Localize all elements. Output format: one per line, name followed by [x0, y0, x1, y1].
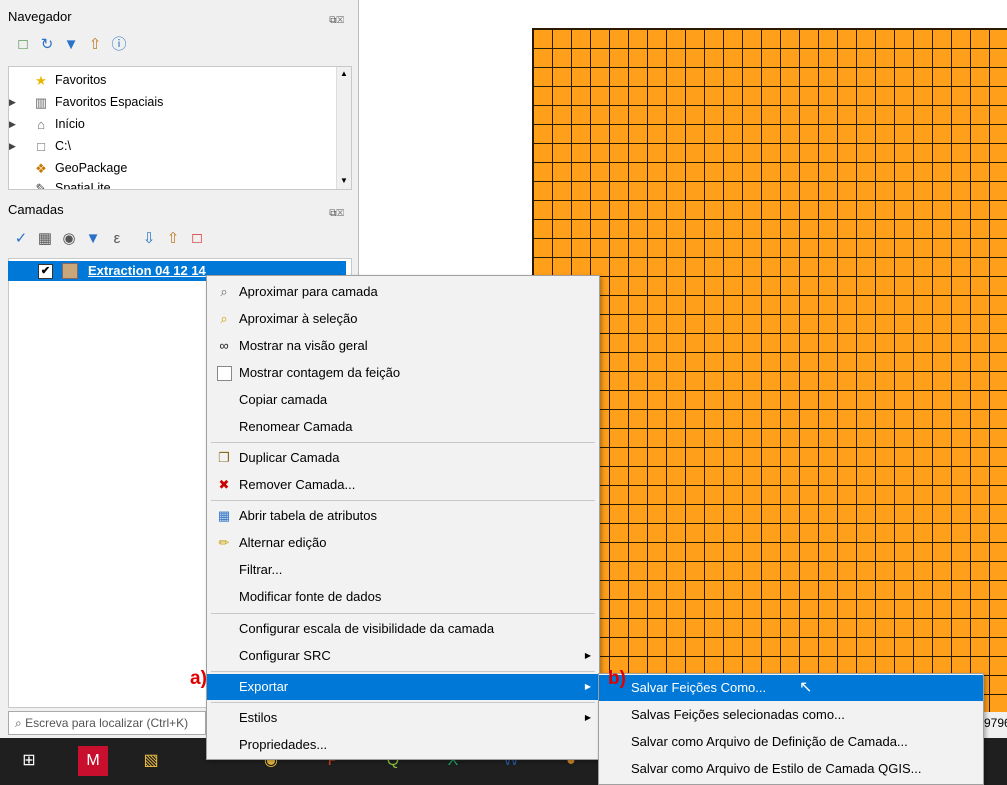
locator-search-input[interactable]: ⌕ Escreva para localizar (Ctrl+K) — [8, 711, 206, 735]
menu-item-toggle-editing[interactable]: ✏ Alternar edição — [207, 530, 599, 556]
layers-title: Camadas — [8, 202, 64, 217]
navigator-panel-buttons[interactable]: ⧉☒ — [329, 10, 344, 32]
layers-toolbar: ✓ ▦ ◉ ▼ ε ⇩ ⇧ □ — [0, 226, 352, 252]
nav-item-label: Favoritos Espaciais — [55, 95, 164, 109]
mouse-cursor-icon: ↖ — [799, 679, 813, 696]
remove-icon: ✖ — [218, 477, 230, 492]
menu-item-export[interactable]: Exportar ▶ — [207, 674, 599, 700]
menu-item-rename-layer[interactable]: Renomear Camada — [207, 414, 599, 440]
submenu-arrow-icon: ▶ — [584, 651, 591, 660]
nav-item-label: SpatiaLite — [55, 181, 111, 190]
export-submenu: Salvar Feições Como... ↖ Salvas Feições … — [598, 673, 984, 785]
table-icon: ▦ — [217, 508, 231, 523]
style-manager-icon[interactable]: ✓ — [12, 230, 30, 248]
submenu-item-save-qgis-style[interactable]: Salvar como Arquivo de Estilo de Camada … — [599, 756, 983, 782]
layer-symbol-icon — [62, 263, 78, 279]
navigator-title: Navegador — [8, 9, 72, 24]
zoom-layer-icon: ⌕ — [220, 284, 228, 299]
expand-all-icon[interactable]: ⇩ — [140, 230, 158, 248]
mendeley-icon[interactable]: M — [78, 746, 108, 776]
menu-item-open-attribute-table[interactable]: ▦ Abrir tabela de atributos — [207, 503, 599, 529]
file-explorer-icon[interactable]: ▧ — [136, 746, 166, 776]
menu-separator — [211, 613, 595, 614]
add-layer-icon[interactable]: □ — [14, 36, 32, 54]
menu-separator — [211, 500, 595, 501]
pencil-icon: ✏ — [218, 535, 230, 550]
spatialite-icon: ✎ — [35, 181, 47, 190]
collapse-all-icon[interactable]: ⇧ — [86, 36, 104, 54]
navigator-tree[interactable]: ★ Favoritos ▶ ▥ Favoritos Espaciais ▶ ⌂ … — [8, 66, 352, 190]
zoom-selection-icon: ⌕ — [220, 311, 228, 326]
menu-item-styles[interactable]: Estilos ▶ — [207, 705, 599, 731]
filter-icon[interactable]: ▼ — [62, 36, 80, 54]
submenu-item-save-selected-features-as[interactable]: Salvas Feições selecionadas como... — [599, 702, 983, 728]
expand-arrow-icon[interactable]: ▶ — [9, 115, 19, 134]
refresh-icon[interactable]: ↻ — [38, 36, 56, 54]
layers-panel-buttons[interactable]: ⧉☒ — [329, 203, 344, 225]
coordinate-readout: 9796 — [984, 716, 1007, 730]
nav-item-label: GeoPackage — [55, 161, 128, 175]
menu-item-change-data-source[interactable]: Modificar fonte de dados — [207, 584, 599, 610]
navigator-panel-title: Navegador ⧉☒ — [0, 6, 352, 28]
layers-panel-title: Camadas ⧉☒ — [0, 199, 352, 221]
expand-arrow-icon[interactable]: ▶ — [9, 137, 19, 156]
navigator-toolbar: □ ↻ ▼ ⇧ ⓘ — [0, 32, 352, 58]
navigator-scrollbar[interactable]: ▲ ▼ — [336, 67, 351, 189]
layer-context-menu: ⌕ Aproximar para camada ⌕ Aproximar à se… — [206, 275, 600, 760]
overview-icon: ∞ — [219, 338, 229, 353]
submenu-item-save-layer-definition[interactable]: Salvar como Arquivo de Definição de Cama… — [599, 729, 983, 755]
layer-visibility-checkbox[interactable]: ✔ — [38, 264, 53, 279]
menu-separator — [211, 442, 595, 443]
annotation-a: a) — [190, 668, 207, 689]
checkbox-icon[interactable] — [217, 366, 232, 381]
feature-grid — [532, 28, 1007, 712]
add-group-icon[interactable]: ▦ — [36, 230, 54, 248]
filter-legend-icon[interactable]: ▼ — [84, 230, 102, 248]
scroll-up-icon[interactable]: ▲ — [340, 69, 348, 78]
menu-item-zoom-to-selection[interactable]: ⌕ Aproximar à seleção — [207, 306, 599, 332]
menu-separator — [211, 671, 595, 672]
menu-item-copy-layer[interactable]: Copiar camada — [207, 387, 599, 413]
collapse-all-layers-icon[interactable]: ⇧ — [164, 230, 182, 248]
menu-item-remove-layer[interactable]: ✖ Remover Camada... — [207, 472, 599, 498]
menu-item-zoom-to-layer[interactable]: ⌕ Aproximar para camada — [207, 279, 599, 305]
visibility-icon[interactable]: ◉ — [60, 230, 78, 248]
scroll-down-icon[interactable]: ▼ — [340, 176, 348, 185]
remove-layer-icon[interactable]: □ — [188, 230, 206, 248]
duplicate-icon: ❐ — [218, 450, 230, 465]
menu-item-show-feature-count[interactable]: Mostrar contagem da feição — [207, 360, 599, 386]
nav-item-label: C:\ — [55, 139, 71, 153]
menu-item-duplicate-layer[interactable]: ❐ Duplicar Camada — [207, 445, 599, 471]
submenu-item-save-features-as[interactable]: Salvar Feições Como... ↖ — [599, 675, 983, 701]
windows-start-icon[interactable]: ⊞ — [14, 746, 44, 776]
menu-item-filter[interactable]: Filtrar... — [207, 557, 599, 583]
expression-filter-icon[interactable]: ε — [108, 230, 126, 248]
annotation-b: b) — [608, 668, 626, 689]
drive-icon: □ — [37, 139, 45, 154]
info-icon[interactable]: ⓘ — [110, 36, 128, 54]
expand-arrow-icon[interactable]: ▶ — [9, 93, 19, 112]
menu-item-properties[interactable]: Propriedades... — [207, 732, 599, 758]
search-placeholder: Escreva para localizar (Ctrl+K) — [25, 716, 189, 730]
submenu-arrow-icon: ▶ — [584, 682, 591, 691]
menu-item-set-scale-visibility[interactable]: Configurar escala de visibilidade da cam… — [207, 616, 599, 642]
home-folder-icon: ⌂ — [37, 117, 45, 132]
menu-item-set-crs[interactable]: Configurar SRC ▶ — [207, 643, 599, 669]
submenu-arrow-icon: ▶ — [584, 713, 591, 722]
menu-item-show-in-overview[interactable]: ∞ Mostrar na visão geral — [207, 333, 599, 359]
nav-item-label: Início — [55, 117, 85, 131]
geopackage-icon: ❖ — [35, 161, 47, 176]
menu-separator — [211, 702, 595, 703]
nav-item-label: Favoritos — [55, 73, 107, 87]
search-icon: ⌕ — [15, 716, 22, 730]
star-icon: ★ — [35, 73, 47, 88]
bookmark-icon: ▥ — [34, 95, 48, 110]
layer-name: Extraction 04 12 14 — [88, 263, 206, 278]
